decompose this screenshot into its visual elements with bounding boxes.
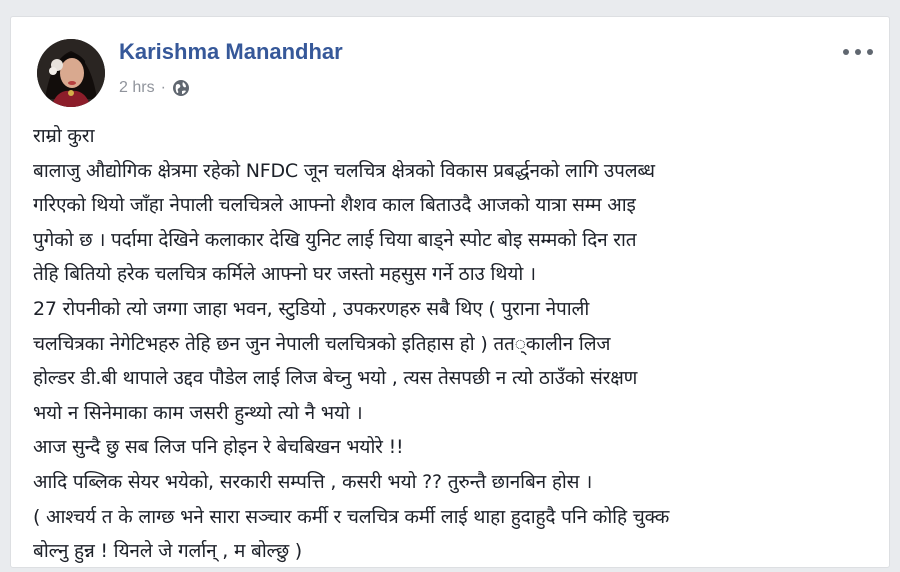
post-line: राम्रो कुरा <box>33 125 95 147</box>
post-body: राम्रो कुरा बालाजु औद्योगिक क्षेत्रमा रह… <box>33 119 883 569</box>
post-line: चलचित्रका नेगेटिभहरु तेहि छन जुन नेपाली … <box>33 332 611 355</box>
post-line: तेहि बितियो हरेक चलचित्र कर्मिले आफ्नो घ… <box>33 263 536 286</box>
globe-icon[interactable] <box>172 79 190 97</box>
post-line: ( आश्चर्य त के लाग्छ भने सारा सञ्चार कर्… <box>33 505 670 528</box>
post-card: Karishma Manandhar 2 hrs · राम्रो कुरा ब… <box>10 16 890 568</box>
author-name[interactable]: Karishma Manandhar <box>119 39 343 65</box>
post-timestamp[interactable]: 2 hrs <box>119 79 155 97</box>
post-line: भयो न सिनेमाका काम जसरी हुन्थ्यो त्यो नै… <box>33 401 363 424</box>
more-dot <box>855 49 861 55</box>
meta-separator: · <box>160 79 166 96</box>
avatar[interactable] <box>37 39 105 107</box>
more-dot <box>867 49 873 55</box>
post-line: आज सुन्दै छु सब लिज पनि होइन रे बेचबिखन … <box>33 436 404 459</box>
post-line: आदि पब्लिक सेयर भयेको, सरकारी सम्पत्ति ,… <box>33 470 593 493</box>
post-line: पुगेको छ । पर्दामा देखिने कलाकार देखि यु… <box>33 228 637 251</box>
post-line: बोल्नु हुन्न ! यिनले जे गर्लान् , म बोल्… <box>33 540 303 563</box>
post-meta: 2 hrs · <box>119 79 190 97</box>
more-options-icon[interactable] <box>843 45 873 59</box>
more-dot <box>843 49 849 55</box>
post-line: गरिएको थियो जाँहा नेपाली चलचित्रले आफ्नो… <box>33 194 636 217</box>
post-line: बालाजु औद्योगिक क्षेत्रमा रहेको NFDC जून… <box>33 159 655 182</box>
post-line: होल्डर डी.बी थापाले उद्दव पौडेल लाई लिज … <box>33 367 638 390</box>
post-line: 27 रोपनीको त्यो जग्गा जाहा भवन, स्टुडियो… <box>33 297 590 320</box>
